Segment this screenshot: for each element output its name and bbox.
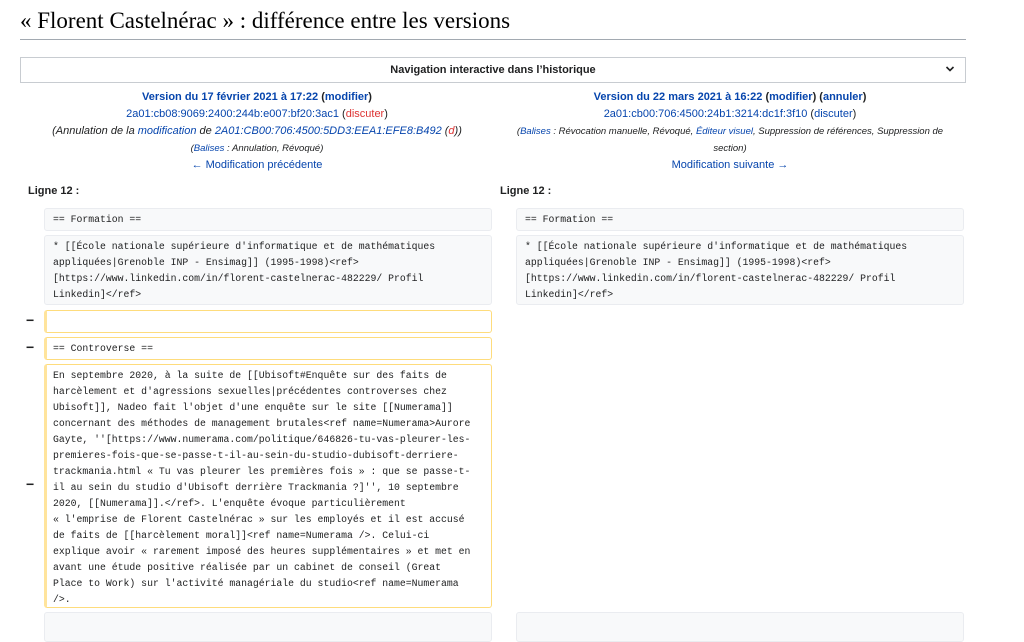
new-talk-link[interactable]: discuter bbox=[814, 108, 853, 120]
deletion-marker: − bbox=[26, 339, 35, 355]
old-context-formation: == Formation == bbox=[44, 208, 492, 231]
history-navigation-toggle[interactable]: Navigation interactive dans l’historique bbox=[20, 57, 966, 83]
summary-text: (Annulation de la bbox=[52, 125, 138, 137]
tags-text: : Annulation, Révoqué) bbox=[224, 143, 324, 154]
undo-link[interactable]: annuler bbox=[823, 91, 863, 103]
title-divider bbox=[20, 39, 966, 40]
new-revision-title: Version du 22 mars 2021 à 16:22 (modifie… bbox=[500, 89, 960, 106]
deleted-controverse-paragraph: En septembre 2020, à la suite de [[Ubiso… bbox=[44, 364, 492, 608]
tags-text: , Suppression de références, Suppression… bbox=[752, 126, 944, 137]
deleted-controverse-heading: == Controverse == bbox=[44, 337, 492, 360]
old-revision-title: Version du 17 février 2021 à 17:22 (modi… bbox=[20, 89, 494, 106]
new-context-formation: == Formation == bbox=[516, 208, 964, 231]
new-line-number: Ligne 12 : bbox=[500, 185, 552, 197]
old-context-school: * [[École nationale supérieure d'informa… bbox=[44, 235, 492, 305]
paren: ) bbox=[384, 108, 388, 120]
new-revision-link[interactable]: Version du 22 mars 2021 à 16:22 bbox=[594, 91, 763, 103]
new-user-link[interactable]: 2a01:cb00:706:4500:24b1:3214:dc1f:3f10 bbox=[604, 108, 808, 120]
paren: )) bbox=[454, 125, 462, 137]
new-context-next bbox=[516, 612, 964, 642]
page-title: « Florent Castelnérac » : différence ent… bbox=[20, 8, 511, 33]
old-user-link[interactable]: 2a01:cb08:9069:2400:244b:e007:bf20:3ac1 bbox=[126, 108, 339, 120]
next-edit-link[interactable]: Modification suivante → bbox=[672, 159, 789, 171]
old-revision-tags: (Balises : Annulation, Révoqué) bbox=[20, 140, 494, 157]
tags-link[interactable]: Balises bbox=[520, 126, 551, 137]
new-edit-link[interactable]: modifier bbox=[769, 91, 812, 103]
history-navigation-label: Navigation interactive dans l’historique bbox=[390, 64, 596, 76]
previous-edit-link[interactable]: ← Modification précédente bbox=[192, 159, 323, 171]
paren: ) ( bbox=[812, 91, 823, 103]
summary-text: de bbox=[196, 125, 215, 137]
old-revision-header: Version du 17 février 2021 à 17:22 (modi… bbox=[20, 89, 494, 174]
tags-text: : Révocation manuelle, Révoqué, bbox=[550, 126, 696, 137]
paren: ) bbox=[862, 91, 867, 103]
tags-text: section) bbox=[713, 143, 747, 154]
chevron-down-icon[interactable] bbox=[945, 64, 955, 77]
old-revision-summary: (Annulation de la modification de 2A01:C… bbox=[20, 123, 494, 140]
paren: ( bbox=[318, 91, 325, 103]
new-context-school: * [[École nationale supérieure d'informa… bbox=[516, 235, 964, 305]
new-revision-user: 2a01:cb00:706:4500:24b1:3214:dc1f:3f10 (… bbox=[500, 106, 960, 123]
deleted-blank-line bbox=[44, 310, 492, 333]
old-revision-user: 2a01:cb08:9069:2400:244b:e007:bf20:3ac1 … bbox=[20, 106, 494, 123]
paren: ( bbox=[338, 108, 346, 120]
tags-link[interactable]: Balises bbox=[194, 143, 225, 154]
new-revision-tags: (Balises : Révocation manuelle, Révoqué,… bbox=[500, 123, 960, 157]
old-talk-link[interactable]: discuter bbox=[346, 108, 385, 120]
new-revision-header: Version du 22 mars 2021 à 16:22 (modifie… bbox=[500, 89, 960, 174]
summary-modification-link[interactable]: modification bbox=[138, 125, 197, 137]
deletion-marker: − bbox=[26, 312, 35, 328]
old-context-next bbox=[44, 612, 492, 642]
visual-editor-tag-link[interactable]: Éditeur visuel bbox=[696, 126, 753, 137]
deletion-marker: − bbox=[26, 476, 35, 492]
old-edit-link[interactable]: modifier bbox=[325, 91, 368, 103]
old-line-number: Ligne 12 : bbox=[28, 185, 80, 197]
old-revision-link[interactable]: Version du 17 février 2021 à 17:22 bbox=[142, 91, 318, 103]
summary-user-link[interactable]: 2A01:CB00:706:4500:5DD3:EEA1:EFE8:B492 bbox=[215, 125, 442, 137]
paren: ) bbox=[852, 108, 857, 120]
paren: ) bbox=[368, 91, 372, 103]
